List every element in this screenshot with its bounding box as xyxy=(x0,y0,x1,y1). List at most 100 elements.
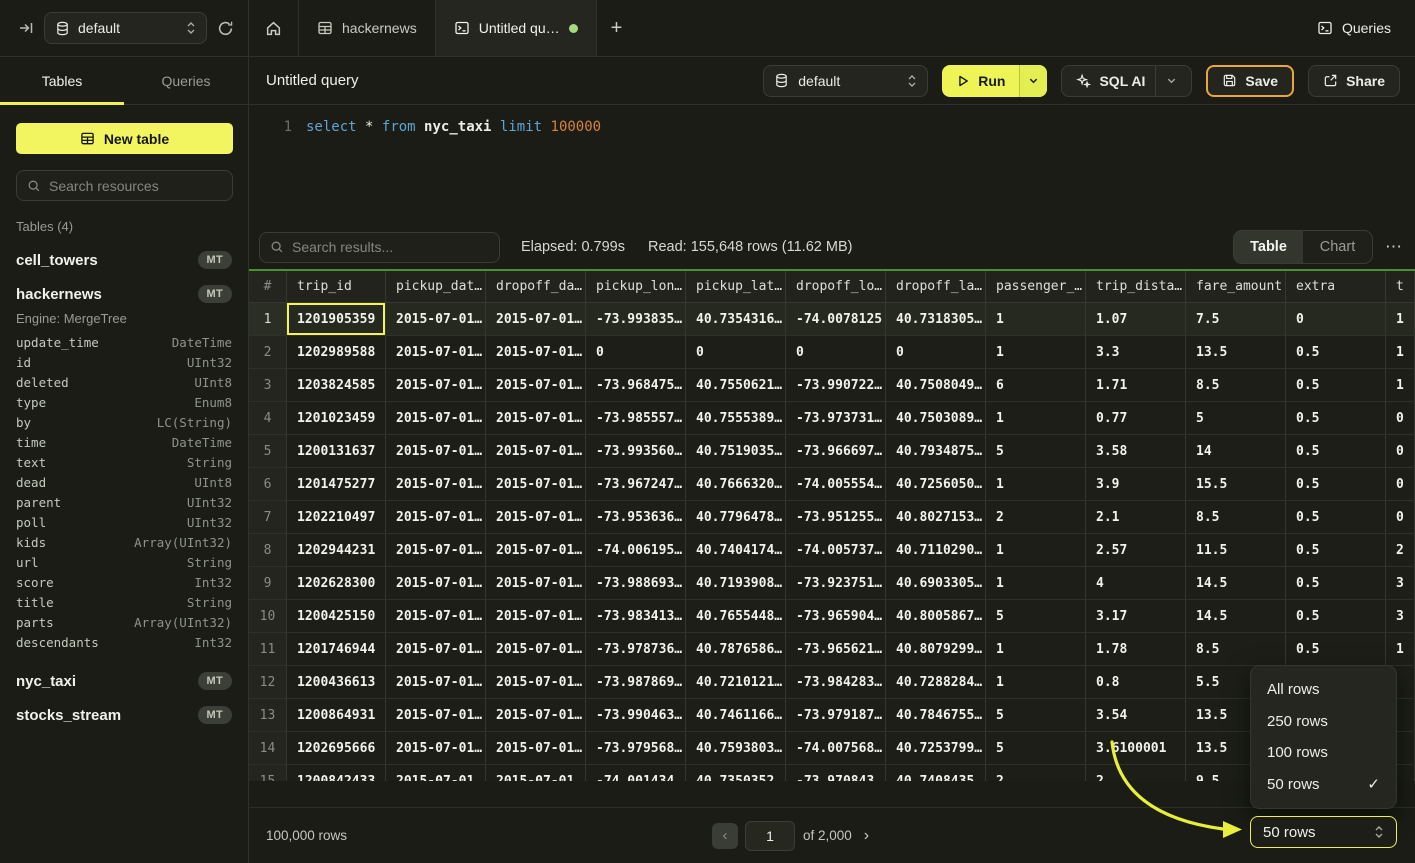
column-header-trip_dista…[interactable]: trip_dista… xyxy=(1086,271,1186,302)
data-cell[interactable]: 2015-07-01… xyxy=(386,534,486,566)
run-options-button[interactable] xyxy=(1019,65,1047,97)
next-page-button[interactable]: › xyxy=(864,827,869,845)
data-cell[interactable]: 0.5 xyxy=(1286,567,1386,599)
column-header-#[interactable]: # xyxy=(249,271,287,302)
data-cell[interactable]: 0 xyxy=(1286,303,1386,335)
results-search-input[interactable] xyxy=(292,239,489,255)
data-cell[interactable]: 1.78 xyxy=(1086,633,1186,665)
data-cell[interactable]: 0 xyxy=(786,336,886,368)
data-cell[interactable]: -73.993560… xyxy=(586,435,686,467)
tab-home[interactable] xyxy=(249,0,299,56)
data-cell[interactable]: 8.5 xyxy=(1186,369,1286,401)
resource-search-input[interactable] xyxy=(49,178,222,194)
data-cell[interactable]: -73.988693… xyxy=(586,567,686,599)
data-cell[interactable]: 40.7318305… xyxy=(886,303,986,335)
data-cell[interactable]: 5 xyxy=(1186,402,1286,434)
data-cell[interactable]: 2015-07-01… xyxy=(486,699,586,731)
prev-page-button[interactable]: ‹ xyxy=(712,823,738,849)
data-cell[interactable]: 2015-07-01… xyxy=(386,633,486,665)
data-cell[interactable]: 2015-07-01… xyxy=(486,567,586,599)
data-cell[interactable]: 0.5 xyxy=(1286,402,1386,434)
view-table-tab[interactable]: Table xyxy=(1234,231,1303,263)
column-header-t[interactable]: t xyxy=(1386,271,1415,302)
sql-ai-button[interactable]: SQL AI xyxy=(1061,65,1192,97)
data-cell[interactable]: -73.993835… xyxy=(586,303,686,335)
column-header-dropoff_da…[interactable]: dropoff_da… xyxy=(486,271,586,302)
data-cell[interactable]: -73.951255… xyxy=(786,501,886,533)
column-header-extra[interactable]: extra xyxy=(1286,271,1386,302)
data-cell[interactable]: 2.1 xyxy=(1086,501,1186,533)
data-cell[interactable]: 1 xyxy=(986,534,1086,566)
column-header-passenger_…[interactable]: passenger_… xyxy=(986,271,1086,302)
data-cell[interactable]: -73.990722… xyxy=(786,369,886,401)
data-cell[interactable]: 0 xyxy=(1386,468,1415,500)
data-cell[interactable]: 40.7934875… xyxy=(886,435,986,467)
tab-untitled-query[interactable]: Untitled qu… xyxy=(436,0,597,56)
data-cell[interactable]: 40.7876586… xyxy=(686,633,786,665)
data-cell[interactable]: 1201475277 xyxy=(287,468,386,500)
save-button[interactable]: Save xyxy=(1206,65,1294,97)
data-cell[interactable]: 14 xyxy=(1186,435,1286,467)
sidebar-item-nyc_taxi[interactable]: nyc_taxiMT xyxy=(0,664,248,698)
data-cell[interactable]: 5 xyxy=(986,435,1086,467)
data-cell[interactable]: 2015-07-01… xyxy=(486,534,586,566)
data-cell[interactable]: -73.990463… xyxy=(586,699,686,731)
data-cell[interactable]: 1200842433 xyxy=(287,765,386,781)
data-cell[interactable]: 40.7354316… xyxy=(686,303,786,335)
data-cell[interactable]: 0.77 xyxy=(1086,402,1186,434)
data-cell[interactable]: -73.966697… xyxy=(786,435,886,467)
data-cell[interactable]: 13.5 xyxy=(1186,336,1286,368)
data-cell[interactable]: -73.984283… xyxy=(786,666,886,698)
data-cell[interactable]: -73.967247… xyxy=(586,468,686,500)
data-cell[interactable]: -73.987869… xyxy=(586,666,686,698)
data-cell[interactable]: 0 xyxy=(586,336,686,368)
data-cell[interactable]: 1202989588 xyxy=(287,336,386,368)
data-cell[interactable]: 40.7655448… xyxy=(686,600,786,632)
data-cell[interactable]: 2 xyxy=(1386,534,1415,566)
column-header-fare_amount[interactable]: fare_amount xyxy=(1186,271,1286,302)
data-cell[interactable]: -73.978736… xyxy=(586,633,686,665)
data-cell[interactable]: 3.9 xyxy=(1086,468,1186,500)
page-size-option[interactable]: 100 rows xyxy=(1251,738,1396,768)
data-cell[interactable]: 14.5 xyxy=(1186,567,1286,599)
column-header-pickup_lon…[interactable]: pickup_lon… xyxy=(586,271,686,302)
page-number-input[interactable] xyxy=(745,821,795,851)
new-tab-button[interactable]: + xyxy=(597,0,637,56)
data-cell[interactable]: 2015-07-01… xyxy=(486,402,586,434)
data-cell[interactable]: 1 xyxy=(1386,336,1415,368)
data-cell[interactable]: 2015-07-01… xyxy=(486,468,586,500)
page-size-option[interactable]: All rows xyxy=(1251,675,1396,705)
data-cell[interactable]: 2015-07-01… xyxy=(386,303,486,335)
data-cell[interactable]: 4 xyxy=(1086,567,1186,599)
column-header-trip_id[interactable]: trip_id xyxy=(287,271,386,302)
data-cell[interactable]: 2.57 xyxy=(1086,534,1186,566)
data-cell[interactable]: 3.58 xyxy=(1086,435,1186,467)
data-cell[interactable]: 2015-07-01… xyxy=(486,501,586,533)
data-cell[interactable]: -74.006195… xyxy=(586,534,686,566)
data-cell[interactable]: -73.970843 xyxy=(786,765,886,781)
page-size-select[interactable]: 50 rows xyxy=(1250,816,1397,848)
data-cell[interactable]: 2 xyxy=(986,765,1086,781)
data-cell[interactable]: 5 xyxy=(986,600,1086,632)
data-cell[interactable]: 0 xyxy=(1386,501,1415,533)
data-cell[interactable]: 1200436613 xyxy=(287,666,386,698)
data-cell[interactable]: -74.007568… xyxy=(786,732,886,764)
data-cell[interactable]: 5 xyxy=(986,732,1086,764)
data-cell[interactable]: 7.5 xyxy=(1186,303,1286,335)
data-cell[interactable]: 2 xyxy=(986,501,1086,533)
data-cell[interactable]: 2015-07-01… xyxy=(386,600,486,632)
data-cell[interactable]: 1 xyxy=(986,567,1086,599)
data-cell[interactable]: 40.7846755… xyxy=(886,699,986,731)
column-header-pickup_lat…[interactable]: pickup_lat… xyxy=(686,271,786,302)
data-cell[interactable]: 2015-07-01… xyxy=(386,369,486,401)
data-cell[interactable]: -74.005554… xyxy=(786,468,886,500)
run-button[interactable]: Run xyxy=(942,65,1019,97)
data-cell[interactable]: 2015-07-01… xyxy=(386,699,486,731)
data-cell[interactable]: 0.5 xyxy=(1286,336,1386,368)
data-cell[interactable]: 1 xyxy=(986,633,1086,665)
data-cell[interactable]: 2015-07-01… xyxy=(386,732,486,764)
data-cell[interactable]: 2015-07-01… xyxy=(486,435,586,467)
data-cell[interactable]: 1 xyxy=(1386,369,1415,401)
data-cell[interactable]: -73.968475… xyxy=(586,369,686,401)
data-cell[interactable]: 40.7408435 xyxy=(886,765,986,781)
